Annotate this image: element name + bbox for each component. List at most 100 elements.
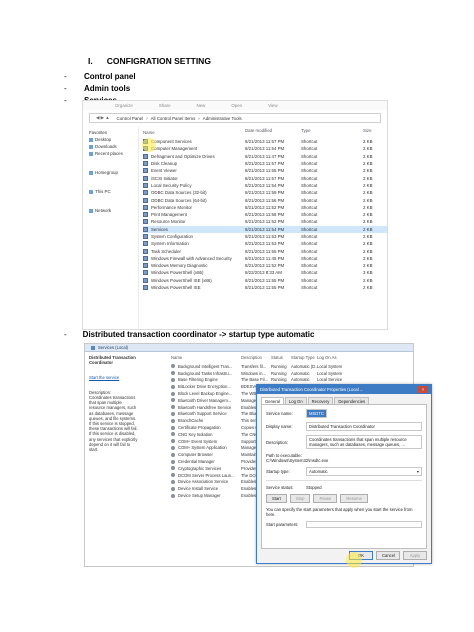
file-row[interactable]: Disk Cleanup 8/21/2013 11:57 PM Shortcut 2 …	[143, 160, 387, 167]
file-row[interactable]: iSCSI Initiator 8/21/2013 11:57 PM Shortcu…	[143, 174, 387, 181]
heading-number: I.	[88, 56, 93, 66]
shortcut-icon	[143, 153, 148, 159]
ribbon-organize[interactable]: Organize	[115, 103, 133, 108]
column-startup[interactable]: Startup Type	[291, 355, 317, 360]
ribbon-share[interactable]: Share	[159, 103, 171, 108]
file-row[interactable]: Windows Memory Diagnostic 8/21/2013 11:52…	[143, 262, 387, 269]
nav-arrows-icon[interactable]: ◀ ▶ ▲	[96, 115, 110, 121]
sidebar-item-homegroup[interactable]: Homegroup	[89, 169, 132, 176]
column-type[interactable]: Type	[301, 128, 363, 136]
sidebar-item-recent[interactable]: Recent places	[89, 150, 132, 157]
ribbon-view[interactable]: View	[268, 103, 277, 108]
service-name-label: Service name:	[266, 411, 293, 416]
heading-text: CONFIGRATION SETTING	[106, 56, 211, 66]
service-details: Distributed Transaction Coordinator Star…	[89, 355, 139, 452]
file-row[interactable]: Windows PowerShell ISE (x86) 8/21/2013 11…	[143, 277, 387, 284]
gear-icon	[171, 452, 175, 457]
display-name-field[interactable]: Distributed Transaction Coordinator	[306, 422, 422, 431]
start-service-link[interactable]: Start the service	[89, 375, 139, 380]
file-row[interactable]: ODBC Data Sources (64-bit) 8/21/2013 11:5…	[143, 196, 387, 203]
startup-type-select[interactable]: Automatic ▾	[306, 467, 422, 476]
service-control-buttons: Start Stop Pause Resume	[266, 494, 422, 503]
service-name-value[interactable]: MSDTC	[306, 409, 327, 418]
gear-icon	[171, 384, 175, 389]
column-logon[interactable]: Log On As	[317, 355, 345, 360]
file-row[interactable]: Event Viewer 8/21/2013 11:55 PM Shortcut 2 …	[143, 167, 387, 174]
gear-icon	[171, 439, 175, 444]
column-name[interactable]: Name	[143, 128, 245, 136]
navigation-pane: Favorites Desktop Downloads Recent place…	[83, 127, 139, 329]
gear-icon	[171, 486, 175, 491]
properties-dialog: Distributed Transaction Coordinator Prop…	[256, 384, 432, 564]
file-row[interactable]: Computer Management 8/21/2013 11:54 PM Sho…	[143, 145, 387, 152]
start-params-input[interactable]	[306, 521, 422, 528]
column-description[interactable]: Description	[241, 355, 271, 360]
column-date[interactable]: Date modified	[245, 128, 301, 136]
address-segment[interactable]: Administrative Tools	[203, 116, 242, 121]
gear-icon	[171, 493, 175, 498]
file-row[interactable]: Print Management 8/21/2013 11:58 PM Shortc…	[143, 211, 387, 218]
file-row[interactable]: Task Scheduler 8/21/2013 11:55 PM Shortcut…	[143, 247, 387, 254]
address-segment[interactable]: Control Panel	[117, 116, 144, 121]
bullet-item: - Admin tools	[64, 83, 131, 93]
start-button[interactable]: Start	[266, 494, 287, 503]
file-row[interactable]: ODBC Data Sources (32-bit) 8/21/2013 11:5…	[143, 189, 387, 196]
shortcut-icon	[143, 277, 148, 283]
pause-button[interactable]: Pause	[313, 494, 338, 503]
services-tab[interactable]: Services (Local)	[85, 344, 413, 352]
service-description: Coordinates transactions that span multi…	[89, 395, 138, 453]
file-row[interactable]: Resource Monitor 8/21/2013 11:52 PM Shortc…	[143, 218, 387, 225]
sidebar-item-network[interactable]: Network	[89, 207, 132, 214]
description-field[interactable]: Coordinates transactions that span multi…	[306, 435, 422, 449]
address-bar[interactable]: ◀ ▶ ▲ Control Panel › All Control Panel …	[89, 113, 381, 123]
file-list: Component Services 8/21/2013 11:57 PM Shor…	[143, 138, 387, 291]
start-params-label: Start parameters:	[266, 522, 299, 527]
file-row[interactable]: Windows Firewall with Advanced Security 8…	[143, 255, 387, 262]
gear-icon	[171, 466, 175, 471]
shortcut-icon	[143, 255, 148, 261]
sidebar-group-favorites[interactable]: Favorites	[89, 129, 132, 136]
chevron-right-icon: ›	[198, 115, 200, 121]
file-row[interactable]: System Configuration 8/21/2013 11:53 PM Sh…	[143, 233, 387, 240]
cancel-button[interactable]: Cancel	[376, 551, 400, 560]
ribbon-open[interactable]: Open	[231, 103, 242, 108]
sidebar-item-desktop[interactable]: Desktop	[89, 136, 132, 143]
apply-button[interactable]: Apply	[403, 551, 427, 560]
folder-icon	[89, 144, 93, 149]
service-row[interactable]: Background Tasks Infrastru... Windows in.…	[171, 370, 413, 377]
file-row[interactable]: Defragment and Optimize Drives 8/21/2013 …	[143, 153, 387, 160]
chevron-down-icon: ▾	[416, 469, 419, 474]
file-row[interactable]: Component Services 8/21/2013 11:57 PM Shor…	[143, 138, 387, 145]
gear-icon	[171, 398, 175, 403]
shortcut-icon	[143, 212, 148, 218]
sidebar-item-thispc[interactable]: This PC	[89, 188, 132, 195]
ribbon-new[interactable]: New	[197, 103, 206, 108]
folder-icon	[89, 137, 93, 142]
ribbon: Organize Share New Open View	[83, 101, 387, 110]
file-row[interactable]: Performance Monitor 8/21/2013 11:52 PM Sho…	[143, 204, 387, 211]
column-status[interactable]: Status	[271, 355, 291, 360]
section-heading: I. CONFIGRATION SETTING	[88, 56, 211, 66]
file-row[interactable]: System Information 8/21/2013 11:53 PM Shor…	[143, 240, 387, 247]
shortcut-icon	[143, 161, 148, 167]
service-row[interactable]: Background Intelligent Tran... Transfers …	[171, 363, 413, 370]
close-icon[interactable]: ×	[418, 386, 428, 393]
address-segment[interactable]: All Control Panel Items	[151, 116, 196, 121]
path-value: C:\Windows\System32\msdtc.exe	[266, 458, 329, 463]
column-size[interactable]: Size	[363, 128, 387, 136]
service-status-label: Service status:	[266, 485, 294, 490]
column-name[interactable]: Name	[171, 355, 241, 360]
file-row[interactable]: Windows PowerShell ISE 8/21/2013 11:55 PM…	[143, 284, 387, 291]
file-row[interactable]: Windows PowerShell (x86) 8/22/2013 8:33 A…	[143, 269, 387, 276]
file-row[interactable]: Local Security Policy 8/21/2013 11:54 PM S…	[143, 182, 387, 189]
shortcut-icon	[143, 168, 148, 174]
sidebar-item-downloads[interactable]: Downloads	[89, 143, 132, 150]
file-row[interactable]: Services 8/21/2013 11:54 PM Shortcut 2 KB	[143, 225, 387, 233]
resume-button[interactable]: Resume	[340, 494, 368, 503]
dialog-titlebar[interactable]: Distributed Transaction Coordinator Prop…	[257, 385, 431, 394]
gear-icon	[171, 432, 175, 437]
service-row[interactable]: Base Filtering Engine The Base Fil... Runn…	[171, 377, 413, 384]
stop-button[interactable]: Stop	[289, 494, 311, 503]
divider	[266, 480, 422, 481]
gear-icon	[171, 425, 175, 430]
